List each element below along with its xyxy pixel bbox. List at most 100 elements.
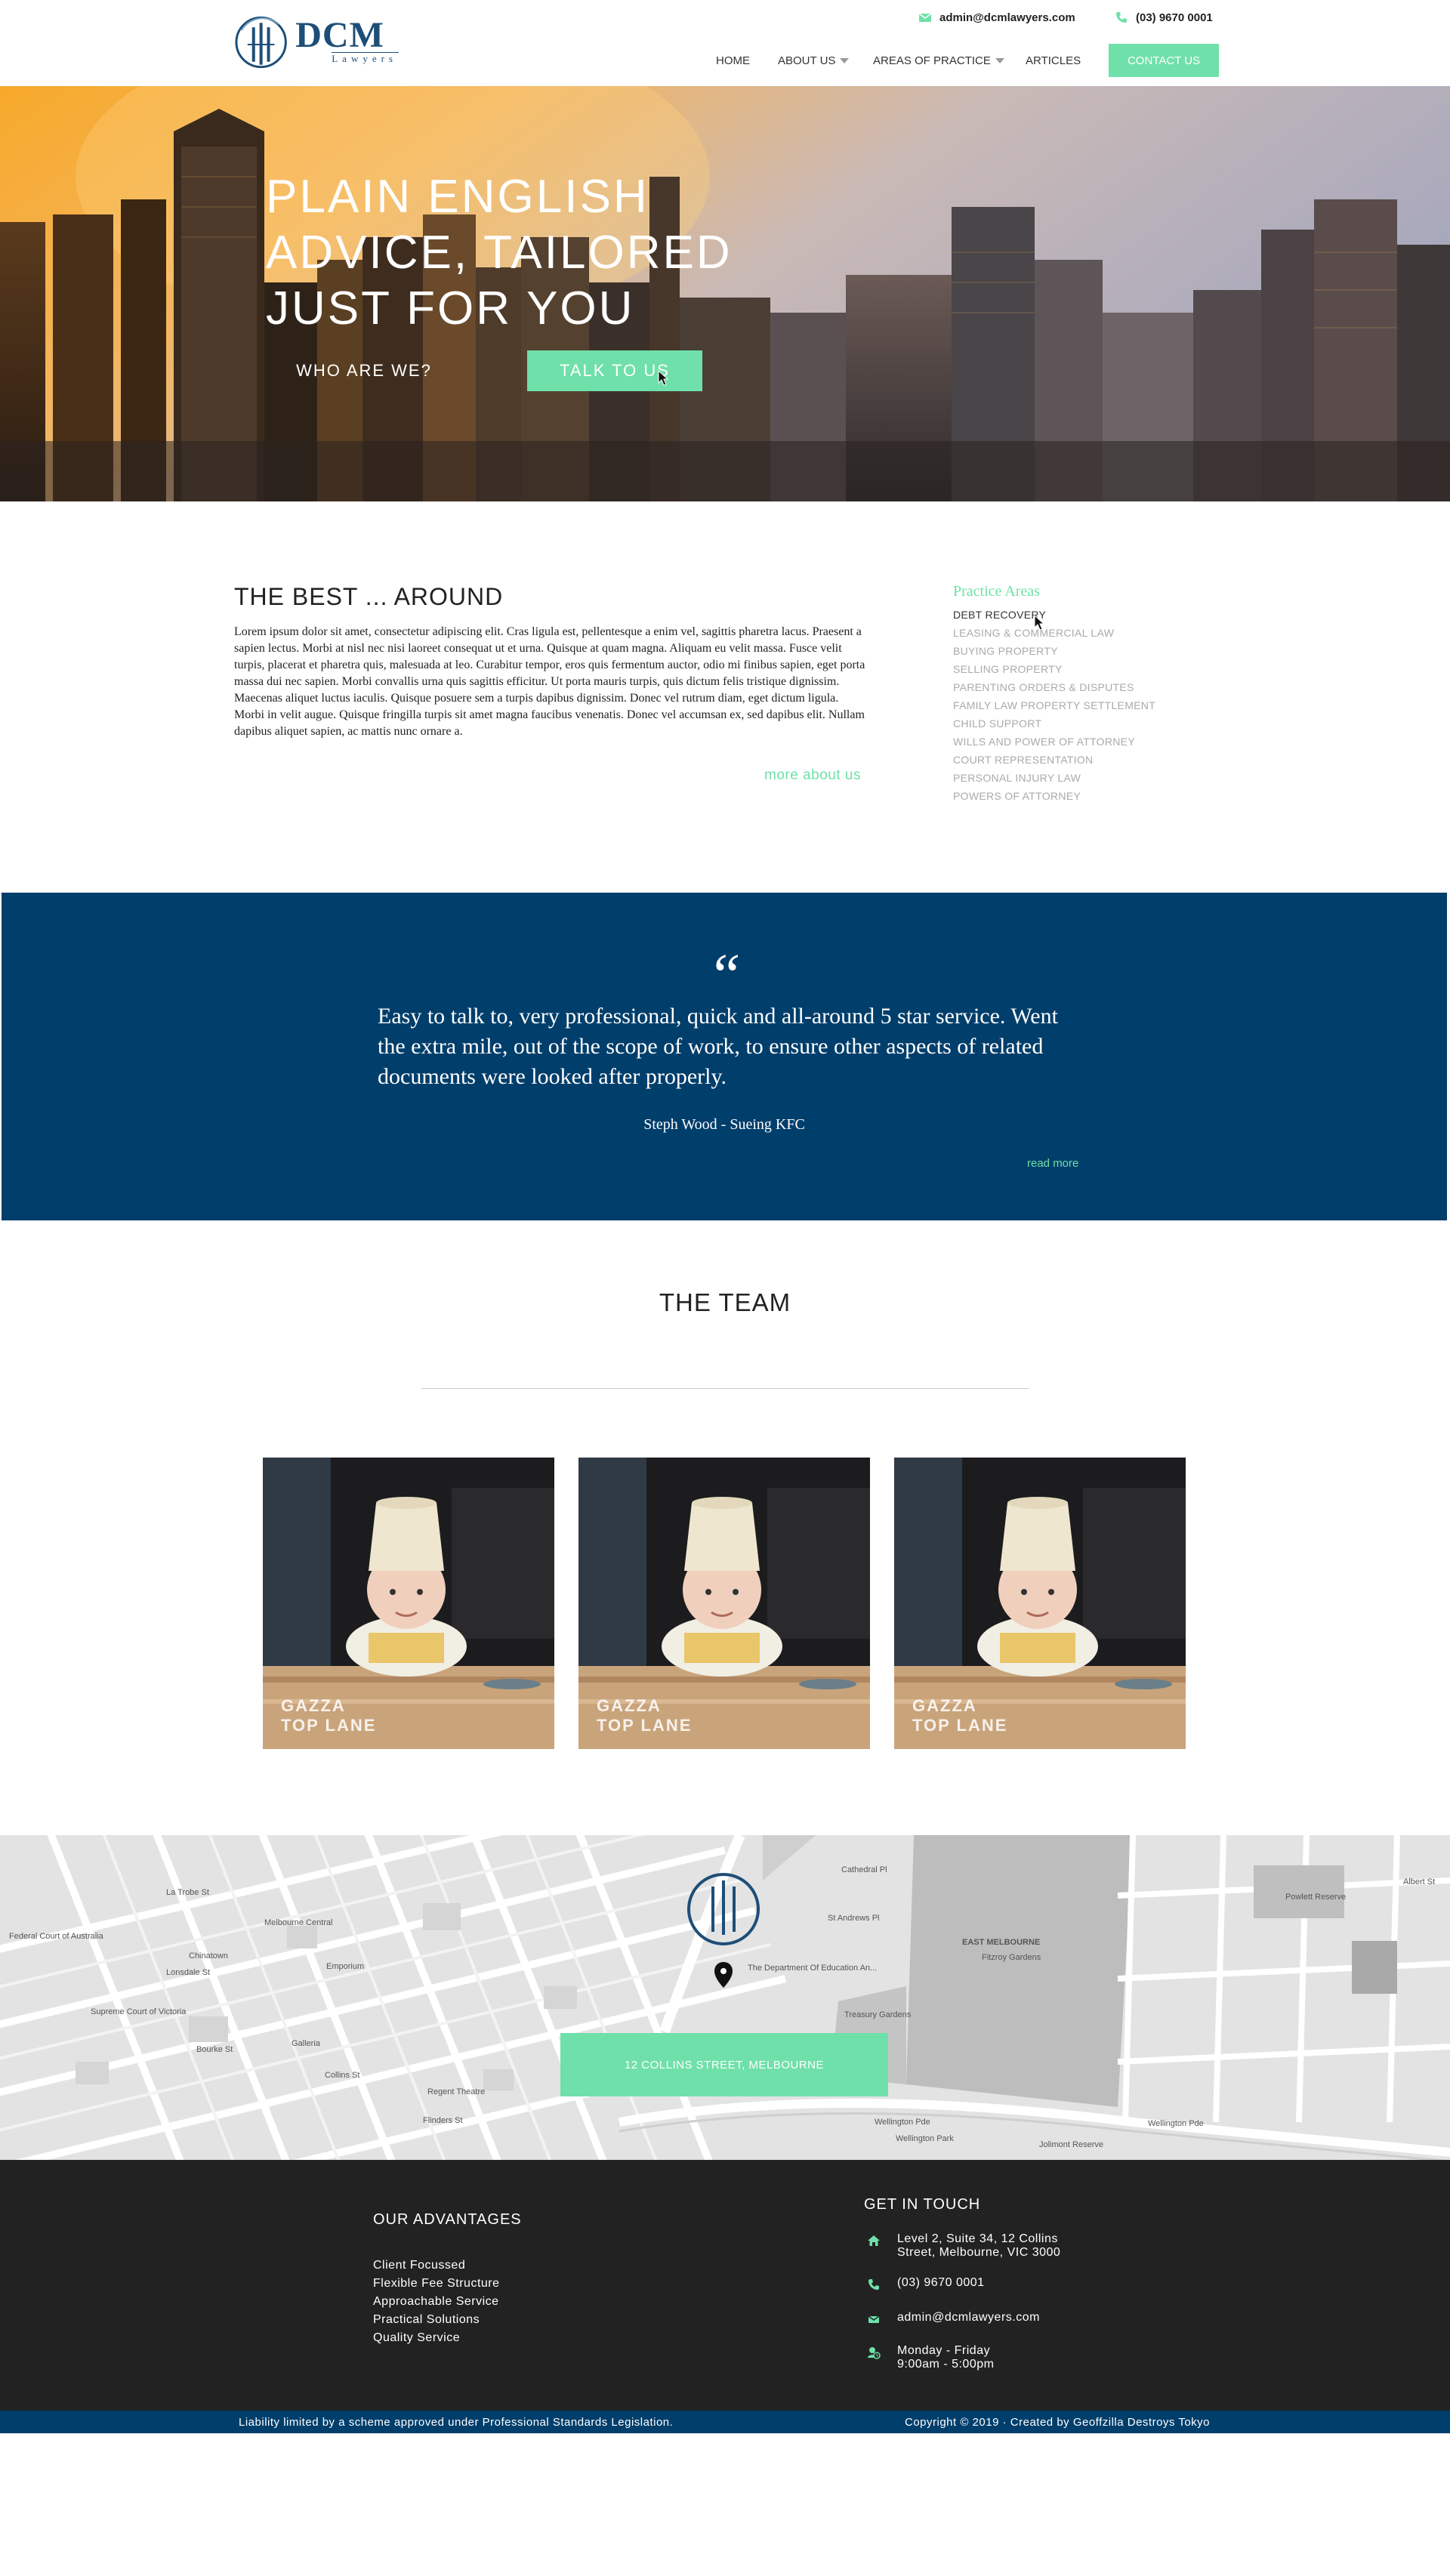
talk-to-us-button[interactable]: TALK TO US bbox=[527, 350, 702, 391]
map-label: The Department Of Education An... bbox=[748, 1964, 878, 1973]
team-member-name: GAZZA TOP LANE bbox=[281, 1696, 377, 1735]
quote-icon: “ bbox=[707, 942, 742, 1009]
nav-areas-text: AREAS OF PRACTICE bbox=[873, 54, 991, 67]
about-heading: THE BEST ... AROUND bbox=[234, 583, 504, 610]
nav-item-areas-label: AREAS OF PRACTICE bbox=[873, 54, 1004, 67]
practice-areas-heading: Practice Areas bbox=[953, 583, 1040, 600]
get-in-touch-heading: GET IN TOUCH bbox=[864, 2196, 981, 2213]
map-tiles bbox=[0, 1835, 1450, 2160]
logo-wordmark: DCM Lawyers bbox=[295, 14, 399, 65]
site-footer: OUR ADVANTAGES Client Focussed Flexible … bbox=[0, 2160, 1450, 2411]
map-label: Federal Court of Australia bbox=[9, 1932, 103, 1941]
footer-address-text: Level 2, Suite 34, 12 Collins Street, Me… bbox=[897, 2232, 1061, 2259]
team-member-card[interactable]: GAZZA TOP LANE bbox=[263, 1458, 554, 1749]
map-label: Flinders St bbox=[423, 2116, 463, 2125]
advantage-item: Approachable Service bbox=[373, 2295, 499, 2308]
header-phone[interactable]: (03) 9670 0001 bbox=[1115, 11, 1213, 24]
practice-area-item[interactable]: FAMILY LAW PROPERTY SETTLEMENT bbox=[953, 696, 1155, 714]
nav-item-about-us[interactable]: ABOUT US bbox=[778, 44, 850, 77]
footer-hours: Monday - Friday 9:00am - 5:00pm bbox=[867, 2344, 994, 2371]
team-member-card[interactable]: GAZZA TOP LANE bbox=[894, 1458, 1186, 1749]
header-email-text: admin@dcmlawyers.com bbox=[939, 11, 1075, 24]
contact-us-button[interactable]: CONTACT US bbox=[1109, 44, 1219, 77]
map-address-label[interactable]: 12 COLLINS STREET, MELBOURNE bbox=[560, 2033, 888, 2096]
liability-notice: Liability limited by a scheme approved u… bbox=[239, 2416, 674, 2429]
mouse-cursor-icon bbox=[1034, 615, 1045, 631]
footer-address: Level 2, Suite 34, 12 Collins Street, Me… bbox=[867, 2232, 1060, 2260]
more-about-us-link[interactable]: more about us bbox=[764, 767, 861, 784]
map-label: Bourke St bbox=[196, 2045, 233, 2054]
team-divider bbox=[421, 1388, 1029, 1389]
map-label: Lonsdale St bbox=[166, 1968, 211, 1977]
header-phone-text: (03) 9670 0001 bbox=[1136, 11, 1213, 24]
dcm-logo[interactable]: DCM Lawyers bbox=[233, 14, 399, 69]
read-more-link[interactable]: read more bbox=[1027, 1157, 1078, 1170]
nav-item-areas-of-practice[interactable]: AREAS OF PRACTICE bbox=[873, 44, 1004, 77]
footer-phone[interactable]: (03) 9670 0001 bbox=[867, 2276, 985, 2291]
legal-bar: Liability limited by a scheme approved u… bbox=[0, 2411, 1450, 2433]
hero-headline: PLAIN ENGLISH ADVICE, TAILORED JUST FOR … bbox=[266, 171, 733, 335]
map-label: Collins St bbox=[325, 2071, 360, 2080]
practice-area-item[interactable]: CHILD SUPPORT bbox=[953, 714, 1155, 733]
practice-area-item[interactable]: PARENTING ORDERS & DISPUTES bbox=[953, 678, 1155, 696]
mouse-cursor-icon bbox=[658, 370, 669, 386]
practice-area-item[interactable]: SELLING PROPERTY bbox=[953, 660, 1155, 678]
copyright-notice: Copyright © 2019 · Created by Geoffzilla… bbox=[905, 2416, 1211, 2429]
nav-item-home-label: HOME bbox=[716, 54, 750, 67]
hero-banner: PLAIN ENGLISH ADVICE, TAILORED JUST FOR … bbox=[0, 86, 1450, 501]
map-label: St Andrews Pl bbox=[828, 1914, 880, 1923]
practice-area-item[interactable]: BUYING PROPERTY bbox=[953, 642, 1155, 660]
map-label: Wellington Park bbox=[896, 2134, 954, 2143]
testimonial-author: Steph Wood - Sueing KFC bbox=[643, 1116, 805, 1133]
map-label: La Trobe St bbox=[166, 1888, 209, 1897]
nav-item-articles[interactable]: ARTICLES bbox=[1026, 44, 1081, 77]
map-label: Treasury Gardens bbox=[844, 2010, 912, 2019]
nav-about-text: ABOUT US bbox=[778, 54, 836, 67]
advantages-heading: OUR ADVANTAGES bbox=[373, 2211, 522, 2228]
practice-area-item[interactable]: COURT REPRESENTATION bbox=[953, 751, 1155, 769]
phone-icon bbox=[868, 2279, 879, 2290]
map-label: Melbourne Central bbox=[264, 1918, 333, 1927]
advantage-item: Quality Service bbox=[373, 2331, 461, 2344]
chevron-down-icon bbox=[995, 57, 1004, 63]
footer-email[interactable]: admin@dcmlawyers.com bbox=[867, 2311, 1040, 2326]
practice-area-item[interactable]: PERSONAL INJURY LAW bbox=[953, 769, 1155, 787]
location-map[interactable]: EAST MELBOURNE Fitzroy Gardens Treasury … bbox=[0, 1835, 1450, 2160]
practice-area-item[interactable]: LEASING & COMMERCIAL LAW bbox=[953, 624, 1155, 642]
about-body-text: Lorem ipsum dolor sit amet, consectetur … bbox=[234, 625, 865, 738]
advantage-item: Practical Solutions bbox=[373, 2313, 480, 2326]
practice-area-item[interactable]: POWERS OF ATTORNEY bbox=[953, 787, 1155, 805]
map-label: Chinatown bbox=[189, 1951, 228, 1961]
map-label: Galleria bbox=[292, 2039, 320, 2048]
phone-icon bbox=[1116, 12, 1127, 23]
team-member-card[interactable]: GAZZA TOP LANE bbox=[578, 1458, 870, 1749]
who-are-we-button[interactable]: WHO ARE WE? bbox=[273, 350, 455, 391]
map-label: Fitzroy Gardens bbox=[982, 1953, 1041, 1962]
practice-areas-list: DEBT RECOVERY LEASING & COMMERCIAL LAW B… bbox=[953, 606, 1155, 805]
practice-area-item[interactable]: WILLS AND POWER OF ATTORNEY bbox=[953, 733, 1155, 751]
advantage-item: Flexible Fee Structure bbox=[373, 2277, 500, 2290]
mail-icon bbox=[868, 2315, 880, 2323]
map-label: Wellington Pde bbox=[875, 2118, 930, 2127]
team-member-name: GAZZA TOP LANE bbox=[597, 1696, 693, 1735]
map-label: Albert St bbox=[1403, 1877, 1436, 1886]
testimonial-quote: Easy to talk to, very professional, quic… bbox=[378, 1004, 1058, 1089]
header-email[interactable]: admin@dcmlawyers.com bbox=[918, 11, 1075, 24]
footer-email-text: admin@dcmlawyers.com bbox=[897, 2311, 1040, 2324]
practice-area-item[interactable]: DEBT RECOVERY bbox=[953, 606, 1155, 624]
map-label: Supreme Court of Victoria bbox=[91, 2007, 187, 2016]
footer-phone-text: (03) 9670 0001 bbox=[897, 2276, 985, 2289]
nav-item-about-us-label: ABOUT US bbox=[778, 54, 850, 67]
map-label: EAST MELBOURNE bbox=[962, 1938, 1041, 1947]
footer-hours-text: Monday - Friday 9:00am - 5:00pm bbox=[897, 2344, 995, 2371]
home-icon bbox=[868, 2235, 880, 2246]
map-label: Emporium bbox=[326, 1962, 365, 1971]
map-label: Wellington Pde bbox=[1148, 2119, 1204, 2128]
map-label: Regent Theatre bbox=[427, 2087, 486, 2096]
team-heading: THE TEAM bbox=[659, 1288, 791, 1316]
chevron-down-icon bbox=[840, 57, 850, 63]
clock-user-icon bbox=[868, 2347, 881, 2359]
advantage-item: Client Focussed bbox=[373, 2259, 466, 2272]
logo-text: DCM bbox=[295, 14, 384, 55]
nav-item-home[interactable]: HOME bbox=[716, 44, 750, 77]
